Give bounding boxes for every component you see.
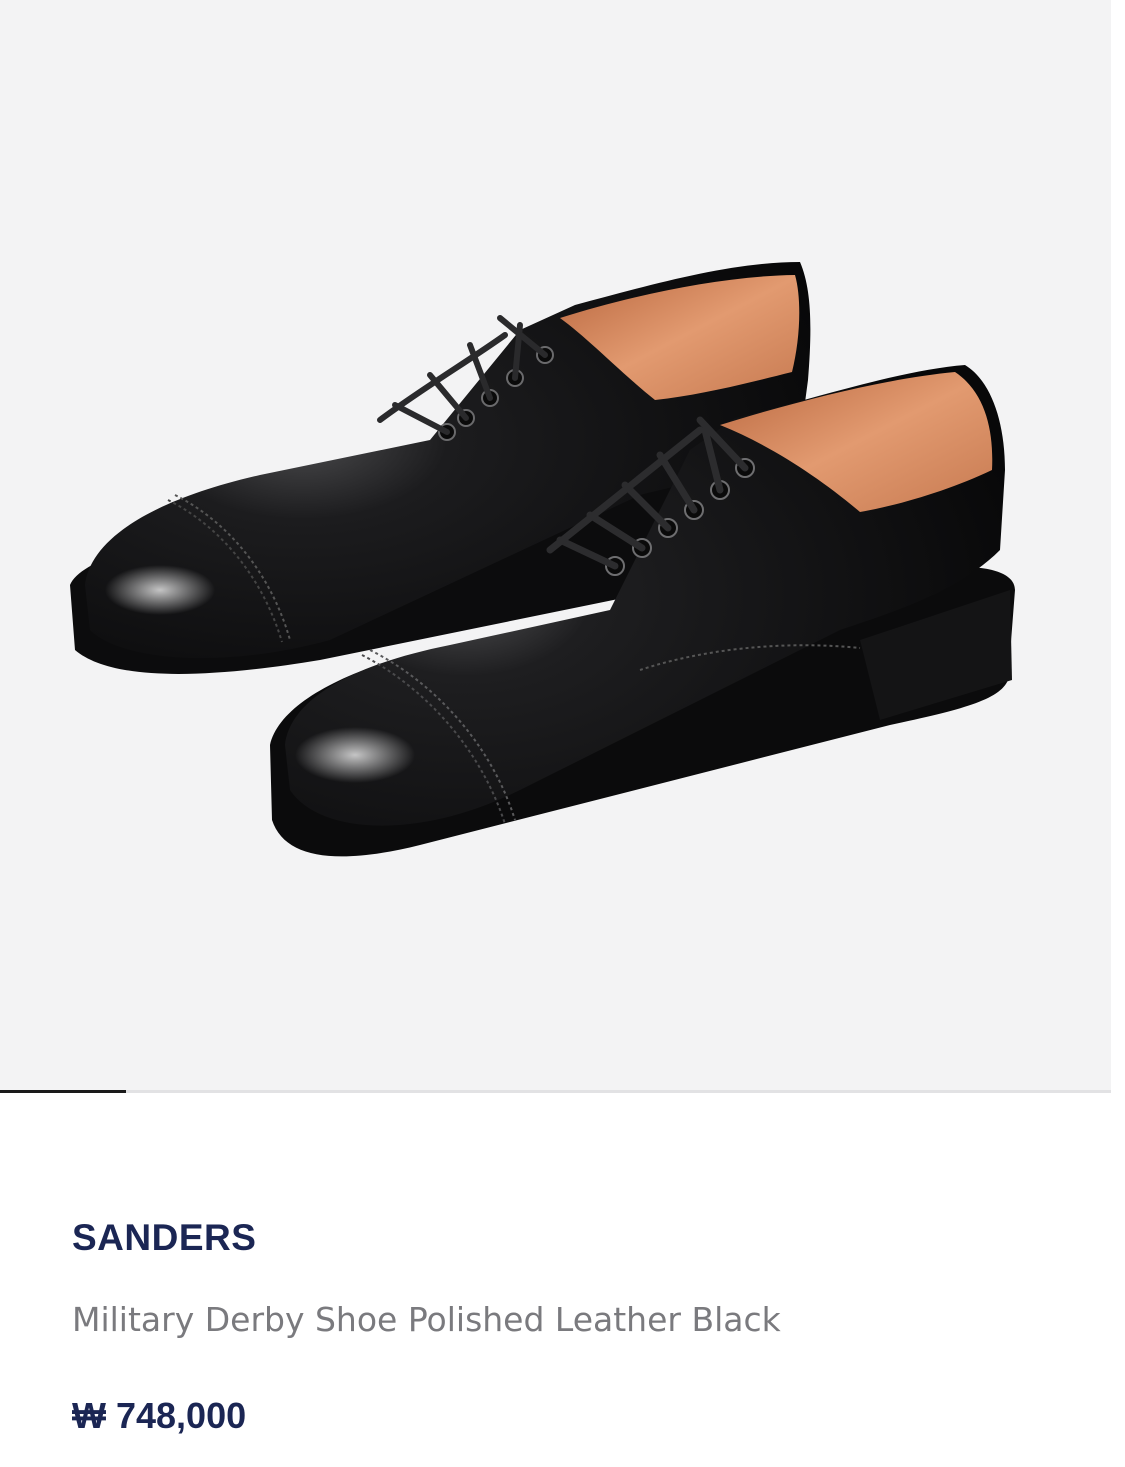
gallery-progress-indicator	[0, 1090, 126, 1093]
product-image	[70, 262, 1015, 857]
brand-name[interactable]: SANDERS	[72, 1216, 256, 1260]
product-title: Military Derby Shoe Polished Leather Bla…	[72, 1300, 781, 1339]
product-image-gallery[interactable]	[0, 0, 1111, 1090]
product-price: ₩ 748,000	[72, 1395, 247, 1436]
gallery-progress-track	[0, 1090, 1111, 1093]
